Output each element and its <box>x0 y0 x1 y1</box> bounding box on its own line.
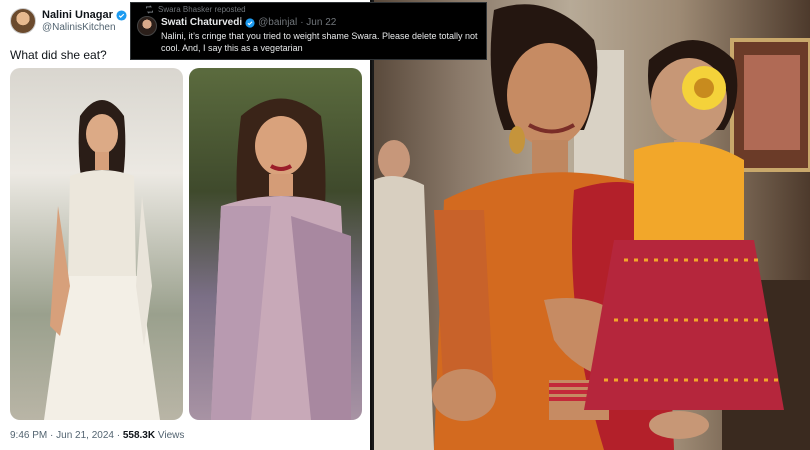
repost-date[interactable]: · Jun 22 <box>300 17 336 28</box>
repost-text: Nalini, it’s cringe that you tried to we… <box>161 31 478 53</box>
mother-baby-illustration <box>374 4 810 450</box>
repost-author-name[interactable]: Swati Chaturvedi <box>161 17 242 28</box>
tweet-timestamp[interactable]: 9:46 PM · Jun 21, 2024 · <box>10 430 123 441</box>
tweet-card[interactable]: Nalini Unagar @NalinisKitchen What did s… <box>0 0 372 450</box>
woman-lavender-saree-image <box>211 98 351 420</box>
media-photo-1[interactable] <box>10 68 183 420</box>
tweet-media[interactable] <box>10 68 362 420</box>
media-photo-2[interactable] <box>189 68 362 420</box>
repost-card[interactable]: Swara Bhasker reposted Swati Chaturvedi … <box>130 2 487 60</box>
views-label: Views <box>155 430 185 441</box>
tweet-meta: 9:46 PM · Jun 21, 2024 · 558.3K Views <box>10 430 184 441</box>
verified-badge-icon <box>116 10 127 21</box>
author-name[interactable]: Nalini Unagar <box>42 9 127 22</box>
composite-image: Nalini Unagar @NalinisKitchen What did s… <box>0 0 810 450</box>
author-block: Nalini Unagar @NalinisKitchen <box>42 9 127 33</box>
woman-white-lehenga-image <box>44 100 160 420</box>
avatar[interactable] <box>137 16 157 36</box>
avatar[interactable] <box>10 8 36 34</box>
repost-author-handle[interactable]: @bainjal <box>258 17 297 28</box>
view-count: 558.3K <box>122 430 156 441</box>
verified-badge-icon <box>245 17 255 28</box>
repost-icon <box>146 5 153 14</box>
tweet-header: Nalini Unagar @NalinisKitchen <box>10 8 127 34</box>
author-name-text: Nalini Unagar <box>42 8 113 21</box>
tweet-text: What did she eat? <box>10 48 107 62</box>
mother-baby-photo <box>374 0 810 450</box>
repost-attribution: Swara Bhasker reposted <box>145 5 246 14</box>
reposted-by[interactable]: Swara Bhasker reposted <box>158 5 246 14</box>
author-handle[interactable]: @NalinisKitchen <box>42 22 127 34</box>
repost-author-line: Swati Chaturvedi @bainjal · Jun 22 <box>161 17 336 28</box>
